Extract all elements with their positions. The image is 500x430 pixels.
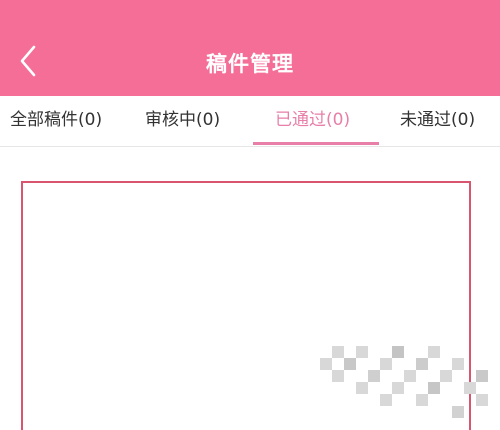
- tab-all-manuscripts[interactable]: 全部稿件(0): [10, 109, 102, 131]
- pixelated-watermark: [320, 346, 488, 418]
- page-title: 稿件管理: [206, 52, 294, 76]
- app-screen: 稿件管理 全部稿件(0) 审核中(0) 已通过(0) 未通过(0): [0, 0, 500, 430]
- tab-bar: 全部稿件(0) 审核中(0) 已通过(0) 未通过(0): [0, 96, 500, 147]
- header-bar: 稿件管理: [0, 0, 500, 96]
- tab-under-review[interactable]: 审核中(0): [145, 109, 220, 131]
- active-tab-indicator: [253, 142, 379, 145]
- tab-approved[interactable]: 已通过(0): [275, 109, 350, 131]
- tab-rejected[interactable]: 未通过(0): [400, 109, 475, 131]
